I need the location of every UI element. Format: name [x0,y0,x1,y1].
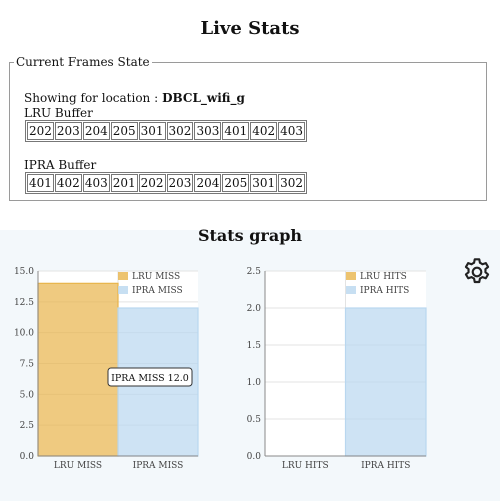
lru-frame-cell: 301 [138,122,166,140]
ipra-frame-cell: 205 [222,174,250,192]
lru-frame-cell: 402 [250,122,278,140]
y-tick-label: 5.0 [20,390,35,400]
legend-label: IPRA HITS [360,286,409,296]
bar-ipra-hits [344,307,427,457]
ipra-buffer-cells: 401 402 403 201 202 203 204 205 301 302 [25,172,308,194]
legend-swatch [118,272,128,280]
x-tick-label: LRU HITS [282,461,329,471]
ipra-frame-cell: 401 [27,174,54,192]
location-prefix: Showing for location : [24,91,159,105]
frames-legend: Current Frames State [16,55,150,69]
location-line: Showing for location : DBCL_wifi_g [24,91,245,105]
x-tick-label: IPRA MISS [133,461,184,471]
legend-label: LRU MISS [132,272,180,282]
lru-frame-cell: 302 [166,122,194,140]
location-value: DBCL_wifi_g [162,91,245,105]
ipra-frame-cell: 403 [82,174,110,192]
page-title: Live Stats [200,18,300,39]
ipra-frame-cell: 301 [250,174,278,192]
y-tick-label: 0.0 [247,452,262,462]
y-tick-label: 2.5 [20,421,35,431]
bar-lru-miss [37,282,119,457]
miss-bar-chart: 0.0 2.5 5.0 7.5 10.0 12.5 15.0 LRU MISS IPRA MIS… [14,267,199,471]
ipra-frame-cell: 201 [110,174,138,192]
ipra-frame-cell: 402 [54,174,82,192]
y-tick-label: 15.0 [14,267,34,277]
legend-swatch [346,286,356,294]
y-tick-label: 1.5 [247,341,262,351]
hits-bar-chart: 0.0 0.5 1.0 1.5 2.0 2.5 LRU HITS IPRA HITS LRU H… [247,267,427,471]
lru-frame-cell: 303 [194,122,222,140]
ipra-frame-cell: 202 [138,174,166,192]
lru-frame-cell: 204 [82,122,110,140]
ipra-frame-cell: 302 [278,174,306,192]
legend-label: IPRA MISS [132,286,183,296]
x-tick-label: LRU MISS [54,461,102,471]
lru-buffer-label: LRU Buffer [24,106,93,120]
lru-buffer-cells: 202 203 204 205 301 302 303 401 402 403 [25,120,308,142]
y-tick-label: 7.5 [20,360,35,370]
gear-icon[interactable] [461,256,493,288]
y-tick-label: 0.0 [20,452,35,462]
x-tick-label: IPRA HITS [361,461,410,471]
legend-swatch [118,286,128,294]
chart-tooltip-text: IPRA MISS 12.0 [111,373,189,384]
legend-swatch [346,272,356,280]
ipra-frame-cell: 204 [194,174,222,192]
stats-graph-title: Stats graph [197,226,303,245]
lru-frame-cell: 403 [278,122,306,140]
ipra-buffer-label: IPRA Buffer [24,158,97,172]
legend-label: LRU HITS [360,272,407,282]
lru-frame-cell: 203 [54,122,82,140]
lru-frame-cell: 202 [27,122,54,140]
y-tick-label: 12.5 [14,298,34,308]
lru-frame-cell: 205 [110,122,138,140]
current-frames-fieldset: Current Frames State Showing for locatio… [9,55,487,201]
y-tick-label: 10.0 [14,329,34,339]
y-tick-label: 2.0 [247,304,262,314]
y-tick-label: 1.0 [247,378,262,388]
ipra-frame-cell: 203 [166,174,194,192]
lru-frame-cell: 401 [222,122,250,140]
y-tick-label: 2.5 [247,267,262,277]
live-stats-panel: Live Stats Current Frames State Showing … [0,0,500,230]
y-tick-label: 0.5 [247,415,262,425]
